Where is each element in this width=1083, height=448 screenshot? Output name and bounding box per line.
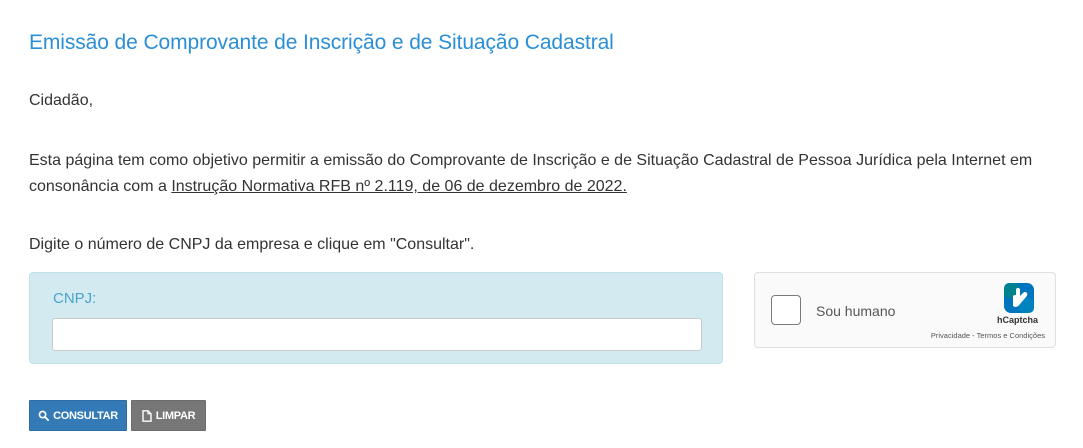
hcaptcha-widget: Sou humano hCaptcha Privacidade - Termos… xyxy=(754,272,1056,348)
cnpj-input[interactable] xyxy=(52,318,702,351)
cnpj-label: CNPJ: xyxy=(53,290,97,307)
cnpj-panel: CNPJ: xyxy=(29,272,723,364)
captcha-privacy-link[interactable]: Privacidade xyxy=(931,331,970,340)
limpar-label: LIMPAR xyxy=(155,409,196,422)
intro-paragraph: Esta página tem como objetivo permitir a… xyxy=(29,148,1039,200)
captcha-links: Privacidade - Termos e Condições xyxy=(931,331,1045,340)
greeting-text: Cidadão, xyxy=(29,92,94,109)
page-title: Emissão de Comprovante de Inscrição e de… xyxy=(29,31,614,54)
page: Emissão de Comprovante de Inscrição e de… xyxy=(0,0,1083,448)
file-icon xyxy=(142,409,152,422)
hcaptcha-logo-icon xyxy=(1004,283,1034,313)
search-icon xyxy=(38,410,50,421)
captcha-brand: hCaptcha xyxy=(997,315,1039,325)
captcha-terms-link[interactable]: Termos e Condições xyxy=(977,331,1045,340)
captcha-checkbox[interactable] xyxy=(771,295,801,325)
captcha-label: Sou humano xyxy=(816,303,896,319)
instruction-text: Digite o número de CNPJ da empresa e cli… xyxy=(29,236,475,253)
normative-instruction-link[interactable]: Instrução Normativa RFB nº 2.119, de 06 … xyxy=(171,178,627,195)
consultar-label: CONSULTAR xyxy=(53,409,118,422)
consultar-button[interactable]: CONSULTAR xyxy=(29,400,127,431)
limpar-button[interactable]: LIMPAR xyxy=(131,400,206,431)
